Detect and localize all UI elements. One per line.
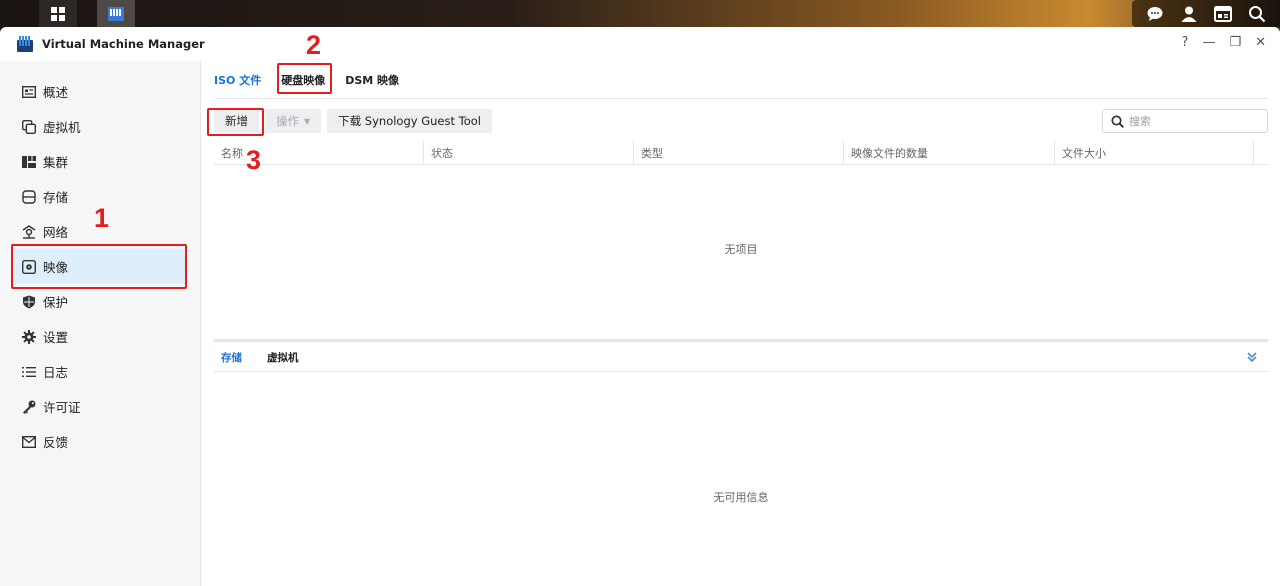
panel-splitter[interactable]	[214, 339, 1268, 342]
chevron-down-icon: ▼	[304, 116, 311, 126]
vmm-app-icon	[108, 6, 124, 21]
taskbar-tray	[1132, 0, 1280, 27]
close-button[interactable]: ✕	[1255, 35, 1266, 50]
sidebar-item-label: 概述	[43, 85, 69, 100]
log-icon	[22, 365, 36, 379]
sidebar-item-feedback[interactable]: 反馈	[0, 424, 200, 459]
mail-icon	[22, 435, 36, 449]
gear-icon	[22, 329, 36, 344]
annotation-box-image	[11, 244, 187, 289]
vm-icon	[22, 119, 36, 134]
vmm-taskbar-button[interactable]	[97, 0, 135, 27]
search-icon[interactable]	[1248, 5, 1266, 23]
window-title: Virtual Machine Manager	[42, 37, 205, 51]
help-button[interactable]: ?	[1182, 35, 1189, 50]
cluster-icon	[22, 155, 36, 169]
action-label: 操作	[276, 114, 299, 128]
column-header-status[interactable]: 状态	[424, 141, 634, 164]
annotation-box-disk-images	[277, 63, 332, 94]
vmm-app-icon	[17, 36, 33, 52]
annotation-number-3: 3	[246, 145, 262, 175]
detail-empty-text: 无可用信息	[713, 491, 769, 504]
sidebar-item-overview[interactable]: 概述	[0, 74, 200, 109]
column-header-image-count[interactable]: 映像文件的数量	[844, 141, 1055, 164]
annotation-number-1: 1	[94, 203, 110, 233]
tab-dsm-images[interactable]: DSM 映像	[345, 68, 399, 92]
taskbar	[0, 0, 1280, 27]
key-icon	[22, 400, 36, 414]
minimize-button[interactable]: —	[1202, 35, 1215, 50]
sidebar-item-settings[interactable]: 设置	[0, 319, 200, 354]
network-icon	[22, 224, 36, 239]
grid-header: 名称 状态 类型 映像文件的数量 文件大小	[214, 141, 1268, 165]
window-titlebar[interactable]: Virtual Machine Manager ? — ❐ ✕	[0, 27, 1280, 61]
vmm-window: Virtual Machine Manager ? — ❐ ✕ 概述 虚拟机 集…	[0, 27, 1280, 586]
annotation-box-add	[207, 108, 264, 136]
restore-button[interactable]: ❐	[1229, 35, 1241, 50]
image-tabs: ISO 文件 硬盘映像 DSM 映像	[214, 61, 1268, 99]
user-icon[interactable]	[1180, 5, 1198, 23]
action-dropdown[interactable]: 操作 ▼	[265, 109, 322, 133]
column-header-type[interactable]: 类型	[634, 141, 844, 164]
sidebar-item-license[interactable]: 许可证	[0, 389, 200, 424]
sidebar-item-label: 集群	[43, 155, 69, 170]
collapse-icon[interactable]	[1246, 351, 1258, 366]
grid-icon	[51, 6, 65, 21]
sidebar-item-label: 保护	[43, 295, 69, 310]
toolbar: 新增 操作 ▼ 下载 Synology Guest Tool	[214, 109, 1268, 133]
sidebar-item-label: 日志	[43, 365, 69, 380]
sidebar-item-label: 设置	[43, 330, 69, 345]
overview-icon	[22, 85, 36, 99]
column-header-file-size[interactable]: 文件大小	[1055, 141, 1254, 164]
sidebar-item-protection[interactable]: 保护	[0, 284, 200, 319]
storage-icon	[22, 189, 36, 204]
sidebar-item-log[interactable]: 日志	[0, 354, 200, 389]
sidebar-item-label: 反馈	[43, 435, 69, 450]
search-icon	[1111, 114, 1124, 128]
search-input[interactable]	[1129, 114, 1249, 128]
tab-detail-vm[interactable]: 虚拟机	[260, 350, 299, 365]
sidebar-item-cluster[interactable]: 集群	[0, 144, 200, 179]
detail-tabs: 存储 虚拟机	[214, 343, 1268, 372]
main-menu-button[interactable]	[39, 0, 77, 27]
download-guest-tool-button[interactable]: 下载 Synology Guest Tool	[327, 109, 493, 133]
tab-iso-files[interactable]: ISO 文件	[214, 68, 261, 92]
sidebar-item-label: 许可证	[43, 400, 81, 415]
sidebar-item-label: 虚拟机	[43, 120, 81, 135]
window-controls: ? — ❐ ✕	[1182, 35, 1266, 50]
grid-empty-text: 无项目	[724, 243, 758, 256]
search-box[interactable]	[1102, 109, 1268, 133]
sidebar-item-vm[interactable]: 虚拟机	[0, 109, 200, 144]
sidebar: 概述 虚拟机 集群 存储 网络 映像 保护 设置 日志 许可证 反馈	[0, 61, 201, 586]
main-panel: ISO 文件 硬盘映像 DSM 映像 新增 操作 ▼ 下载 Synology G…	[201, 61, 1280, 586]
sidebar-item-label: 存储	[43, 190, 69, 205]
chat-icon[interactable]	[1146, 5, 1164, 23]
sidebar-item-label: 网络	[43, 225, 69, 240]
annotation-number-2: 2	[306, 30, 322, 60]
widgets-icon[interactable]	[1214, 5, 1232, 23]
shield-icon	[22, 295, 36, 309]
tab-detail-storage[interactable]: 存储	[214, 350, 242, 365]
